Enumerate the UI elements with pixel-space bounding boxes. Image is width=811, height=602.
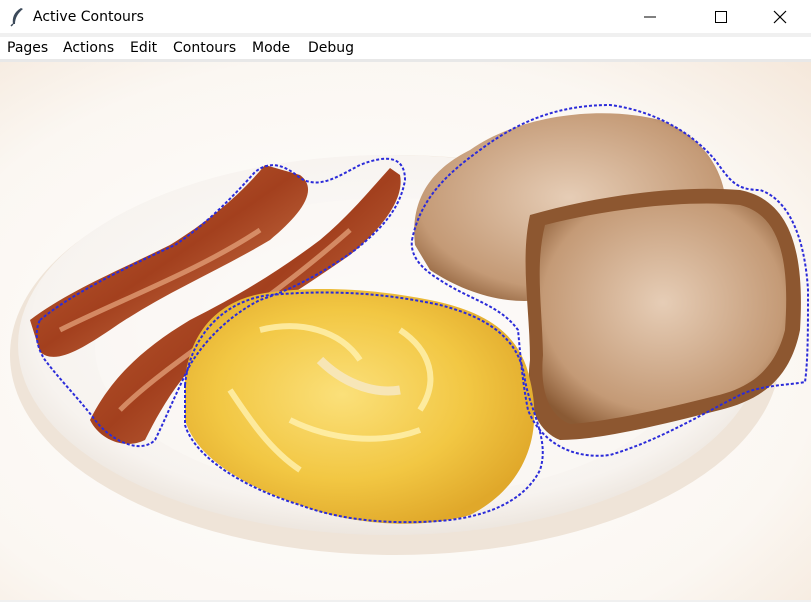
maximize-icon [715,11,727,23]
window-title: Active Contours [33,9,144,25]
minimize-icon [644,16,656,18]
menu-actions[interactable]: Actions [63,39,114,57]
close-icon [773,10,787,24]
menu-contours[interactable]: Contours [173,39,236,57]
menu-debug[interactable]: Debug [308,39,354,57]
menu-mode[interactable]: Mode [252,39,290,57]
menu-pages[interactable]: Pages [7,39,48,57]
app-window: Active Contours Pages Actions Edit Conto… [0,0,811,602]
maximize-button[interactable] [698,0,744,33]
minimize-button[interactable] [627,0,673,33]
image-canvas[interactable] [0,62,811,600]
menu-edit[interactable]: Edit [130,39,157,57]
title-bar[interactable]: Active Contours [0,0,811,33]
breakfast-plate-image [0,62,811,600]
menu-bar: Pages Actions Edit Contours Mode Debug [0,37,811,59]
feather-icon [8,7,26,27]
close-button[interactable] [757,0,803,33]
